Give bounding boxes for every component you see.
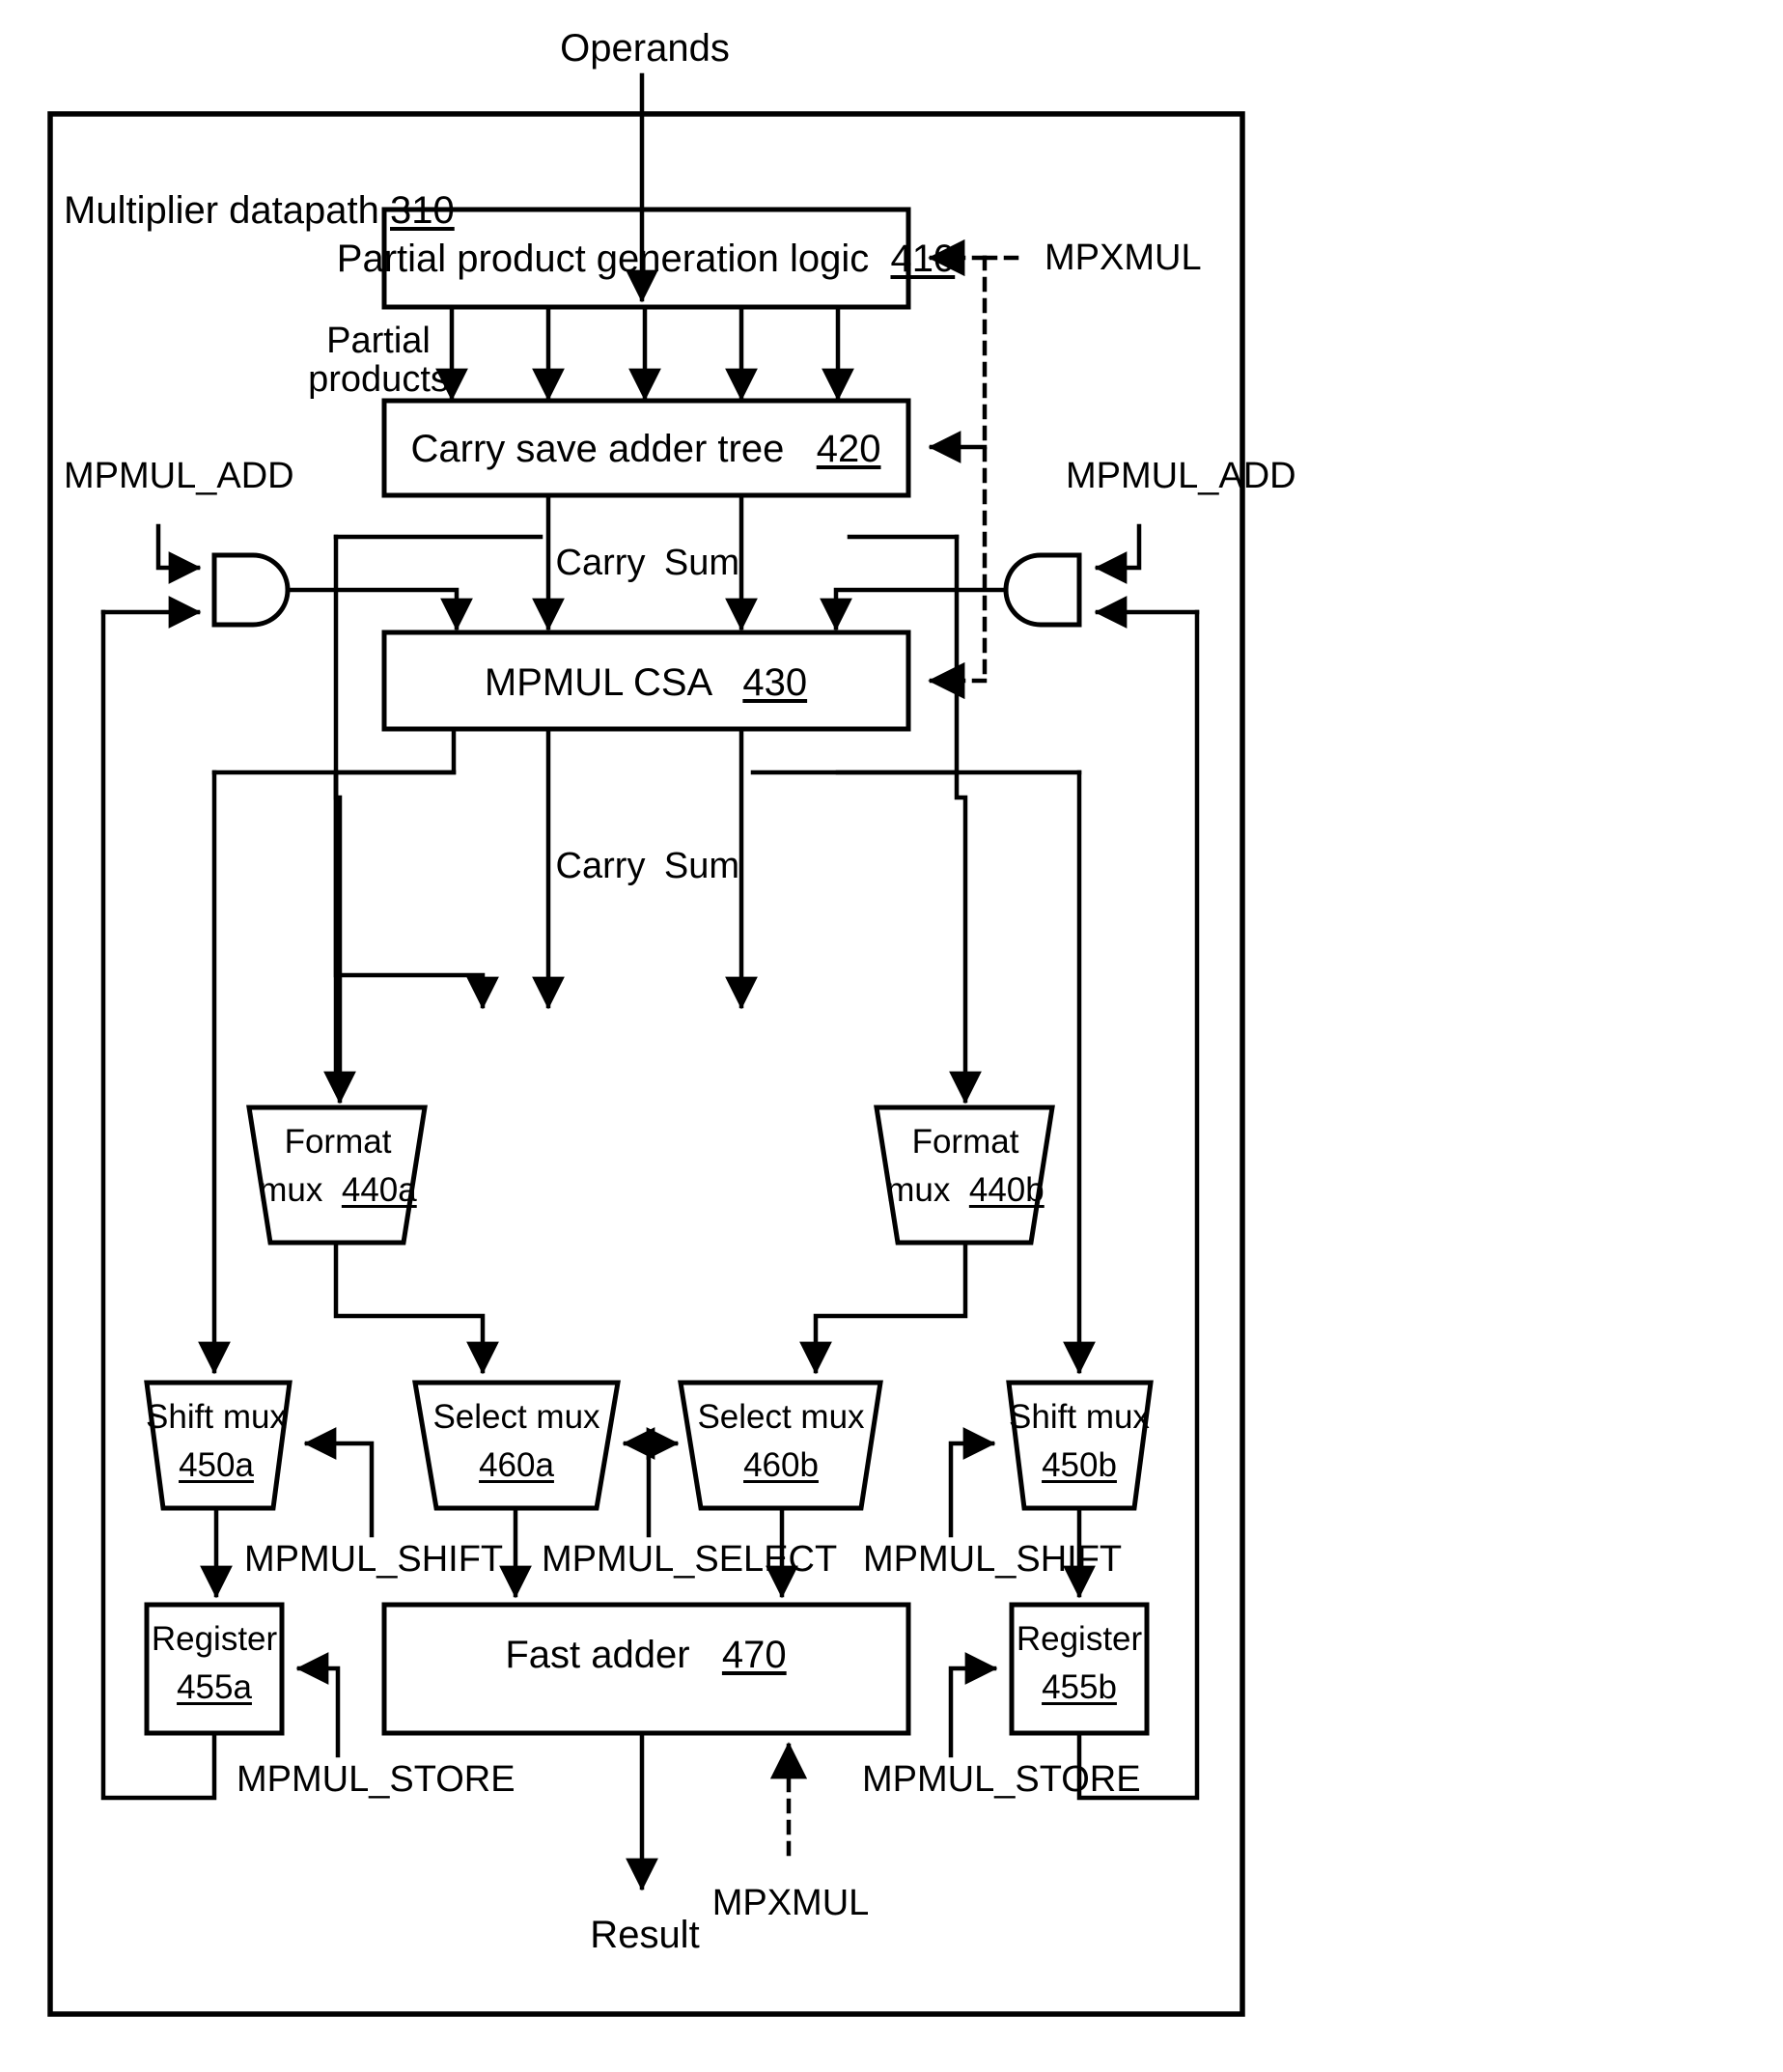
and-gate-b-out-branch [750,534,960,775]
format-b-feed [949,770,982,1105]
select-mux-460b-line1: Select mux [697,1398,865,1436]
select-mux-460a-ref: 460a [479,1446,554,1484]
sum-label-lower: Sum [663,846,740,886]
block-470-label: Fast adder 470 [505,1634,786,1677]
format-mux-440a-line1: Format [284,1123,392,1161]
format-mux-440b-line1: Format [911,1123,1019,1161]
block-420-text: Carry save adder tree [410,428,785,470]
format-mux-440b-line2: mux 440b [886,1171,1044,1209]
sum-label-upper: Sum [663,543,740,583]
and-gate-a-body [211,552,291,628]
shift-mux-450a-line1: Shift mux [146,1398,287,1436]
csa430-to-format-a [333,726,457,1084]
mpmul-add-left-wire [155,523,202,584]
format-mux-440b-word: mux [886,1171,951,1209]
signal-mpmul-store-right: MPMUL_STORE [862,1759,1141,1800]
format-mux-440a-word: mux [259,1171,323,1209]
register-455b-ref: 455b [1042,1668,1117,1706]
mpmul-shift-left-wire [303,1427,375,1538]
operands-label: Operands [560,27,730,70]
shift-mux-450a-ref: 450a [179,1446,254,1484]
and-gate-a-out [287,587,473,631]
format-mux-440a-ref: 440a [341,1171,417,1209]
mpmul-add-right-wire [1094,523,1142,584]
block-430-text: MPMUL CSA [484,661,711,704]
patent-figure-canvas: Operands Multiplier datapath 310 Partial… [0,0,1783,2072]
shift-mux-450b-ref: 450b [1042,1446,1117,1484]
result-label: Result [590,1914,700,1956]
format-mux-b-out [799,1240,968,1375]
shift-mux-450b-line1: Shift mux [1009,1398,1150,1436]
select-mux-460b-ref: 460b [743,1446,819,1484]
signal-mpmul-store-left: MPMUL_STORE [237,1759,515,1800]
block-420-ref: 420 [816,428,881,470]
register-455a-ref: 455a [177,1668,252,1706]
signal-mpmul-add-right: MPMUL_ADD [1066,456,1296,496]
mpmul-store-left-wire [295,1652,341,1758]
signal-mpmul-select: MPMUL_SELECT [542,1539,838,1580]
signal-mpxmul-bottom: MPXMUL [711,1883,870,1923]
datapath-label: Multiplier datapath 310 [64,189,455,233]
mpmul-shift-right-wire [948,1427,996,1538]
format-mux-440a-line2: mux 440a [259,1171,416,1209]
mpmul-store-right-wire [948,1652,998,1758]
signal-mpmul-add-left: MPMUL_ADD [64,456,294,496]
block-470-text: Fast adder [505,1634,690,1676]
select-mux-460a-line1: Select mux [432,1398,600,1436]
and-gate-b-out [820,587,1007,631]
block-410-ref: 410 [890,238,956,280]
format-mux-440b-ref: 440b [968,1171,1045,1209]
format-mux-a-out [333,1240,499,1375]
block-430-ref: 430 [742,661,808,704]
register-455b-line1: Register [1016,1620,1143,1658]
block-430-label: MPMUL CSA 430 [485,661,807,705]
block-420-label: Carry save adder tree 420 [411,428,881,471]
signal-mpxmul-top: MPXMUL [1045,238,1202,278]
partial-products-label-line1: Partial [326,321,431,361]
signal-mpmul-shift-left: MPMUL_SHIFT [244,1539,504,1580]
signal-mpmul-shift-right: MPMUL_SHIFT [863,1539,1123,1580]
partial-products-label-line2: products [308,359,449,400]
and-gate-b-body [1003,552,1082,628]
block-410-text: Partial product generation logic [336,238,870,280]
register-455a-line1: Register [151,1620,278,1658]
block-410-label: Partial product generation logic 410 [337,238,955,281]
datapath-label-text: Multiplier datapath [64,189,379,232]
carry-label-lower: Carry [555,846,646,886]
carry-label-upper: Carry [555,543,646,583]
datapath-label-ref: 310 [389,189,455,232]
block-470-ref: 470 [721,1634,787,1676]
